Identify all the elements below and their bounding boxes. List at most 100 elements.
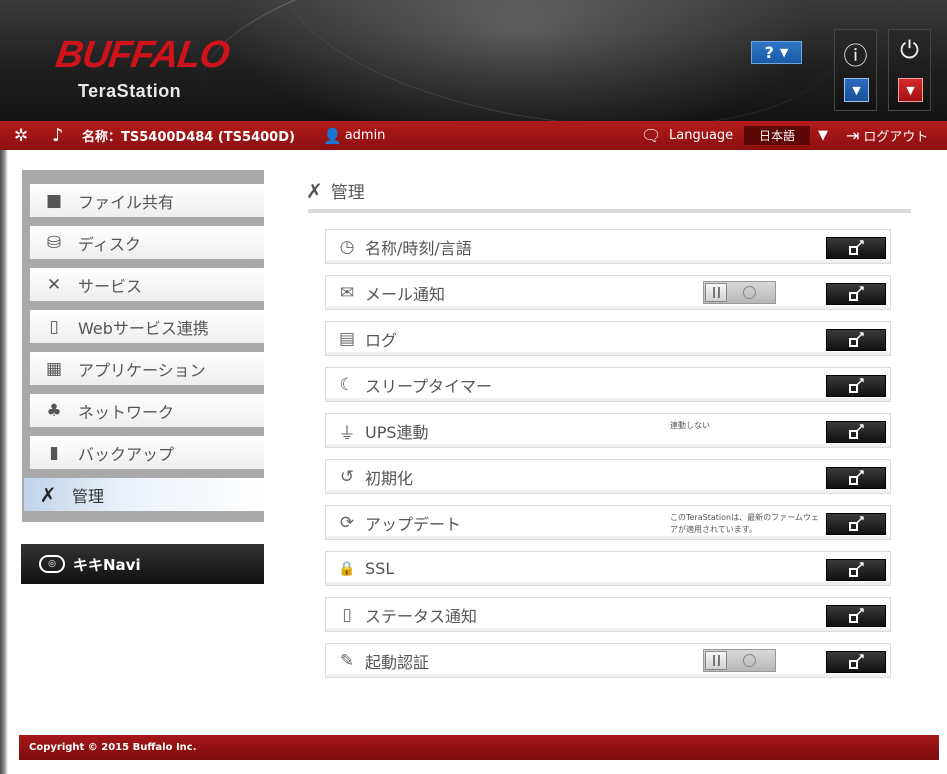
sleep-icon: ☾ (339, 375, 355, 395)
open-settings-button[interactable]: ↗ (826, 375, 886, 397)
mail-notification-toggle[interactable] (703, 281, 776, 304)
web-service-icon: ▯ (49, 316, 59, 337)
page-title: ✗ 管理 (306, 178, 365, 204)
lock-icon: 🔒 (338, 561, 356, 577)
product-name: TeraStation (78, 81, 182, 101)
open-settings-button[interactable]: ↗ (826, 651, 886, 673)
row-label: 初期化 (365, 468, 414, 488)
open-settings-button[interactable]: ↗ (826, 329, 886, 351)
clock-icon: ◷ (339, 237, 355, 257)
kiki-navi-button[interactable]: ◎ キキNavi (21, 544, 264, 584)
network-icon: ♣ (46, 400, 62, 421)
sidebar-item-label: 管理 (72, 486, 105, 506)
settings-row-ups: ⏚ UPS連動 連動しない ↗ (325, 413, 891, 448)
sidebar-item-application[interactable]: ▦ アプリケーション (30, 352, 264, 385)
reset-icon: ↺ (339, 467, 355, 487)
row-label: 名称/時刻/言語 (365, 238, 472, 258)
row-label: ステータス通知 (365, 606, 478, 626)
language-select[interactable]: 日本語 (744, 126, 810, 145)
folder-icon: ■ (45, 190, 63, 211)
external-link-icon: ↗ (849, 605, 865, 623)
row-status: 連動しない (670, 421, 710, 430)
backup-icon: ▮ (49, 442, 59, 463)
help-icon: ? (764, 43, 774, 62)
plug-icon: ⏚ (338, 423, 356, 444)
sidebar-item-label: ファイル共有 (78, 192, 175, 212)
row-label: SSL (365, 559, 395, 578)
header: BUFFALO TeraStation ? ▼ ⓘ ▼ ⏻ ▼ (0, 0, 947, 121)
sidebar-item-web-service[interactable]: ▯ Webサービス連携 (30, 310, 264, 343)
gear-icon[interactable]: ✲ (14, 121, 28, 150)
sidebar-item-label: Webサービス連携 (78, 318, 209, 338)
settings-row-sleep-timer: ☾ スリープタイマー ↗ (325, 367, 891, 402)
update-icon: ⟳ (339, 513, 355, 533)
external-link-icon: ↗ (849, 237, 865, 255)
settings-row-log: ▤ ログ ↗ (325, 321, 891, 356)
device-name: 名称：TS5400D484 (TS5400D) (82, 130, 295, 145)
info-tile[interactable]: ⓘ ▼ (834, 29, 877, 111)
kiki-navi-label: キキNavi (73, 555, 141, 574)
external-link-icon: ↗ (849, 513, 865, 531)
external-link-icon: ↗ (849, 283, 865, 301)
boot-auth-icon: ✎ (339, 651, 355, 671)
buffalo-logo: BUFFALO (53, 34, 232, 76)
sidebar: ■ ファイル共有 ⛁ ディスク ✕ サービス ▯ Webサービス連携 ▦ アプリ… (22, 170, 264, 522)
row-label: アップデート (365, 514, 462, 534)
row-label: UPS連動 (365, 422, 429, 442)
toggle-knob[interactable] (705, 651, 727, 670)
open-settings-button[interactable]: ↗ (826, 467, 886, 489)
sidebar-item-backup[interactable]: ▮ バックアップ (30, 436, 264, 469)
info-dropdown-button[interactable]: ▼ (844, 78, 869, 102)
power-dropdown-button[interactable]: ▼ (898, 78, 923, 102)
sidebar-item-disk[interactable]: ⛁ ディスク (30, 226, 264, 259)
sidebar-item-label: バックアップ (78, 444, 175, 464)
settings-row-mail-notification: ✉ メール通知 ↗ (325, 275, 891, 310)
settings-row-boot-authentication: ✎ 起動認証 ↗ (325, 643, 891, 678)
settings-row-initialize: ↺ 初期化 ↗ (325, 459, 891, 494)
external-link-icon: ↗ (849, 467, 865, 485)
copyright-text: Copyright © 2015 Buffalo Inc. (29, 742, 197, 753)
toggle-knob[interactable] (705, 283, 727, 302)
open-settings-button[interactable]: ↗ (826, 513, 886, 535)
open-settings-button[interactable]: ↗ (826, 237, 886, 259)
boot-authentication-toggle[interactable] (703, 649, 776, 672)
chevron-down-icon[interactable]: ▼ (818, 121, 828, 150)
row-label: ログ (365, 330, 398, 350)
settings-row-status-notification: ▯ ステータス通知 ↗ (325, 597, 891, 632)
logout-label: ログアウト (863, 130, 929, 145)
music-note-icon[interactable]: ♪ (52, 121, 64, 150)
page-title-text: 管理 (330, 183, 365, 203)
power-tile[interactable]: ⏻ ▼ (888, 29, 931, 111)
sidebar-item-management[interactable]: ✗ 管理 (24, 478, 264, 511)
sidebar-item-network[interactable]: ♣ ネットワーク (30, 394, 264, 427)
logout-icon: ⇥ (846, 126, 860, 145)
disk-icon: ⛁ (46, 232, 62, 253)
open-settings-button[interactable]: ↗ (826, 605, 886, 627)
toggle-off-indicator (743, 286, 756, 299)
row-status: このTeraStationは、最新のファームウェアが適用されています。 (670, 513, 819, 534)
external-link-icon: ↗ (849, 559, 865, 577)
language-icon: 🗨 (641, 126, 662, 145)
window-edge (0, 150, 8, 774)
sidebar-item-label: アプリケーション (78, 360, 206, 380)
cloud-icon: ◎ (39, 555, 65, 573)
external-link-icon: ↗ (849, 329, 865, 347)
open-settings-button[interactable]: ↗ (826, 421, 886, 443)
chevron-down-icon: ▼ (906, 83, 915, 97)
row-label: スリープタイマー (365, 376, 493, 396)
toggle-off-indicator (743, 654, 756, 667)
username: admin (344, 128, 386, 143)
sidebar-item-service[interactable]: ✕ サービス (30, 268, 264, 301)
settings-row-name-time-language: ◷ 名称/時刻/言語 ↗ (325, 229, 891, 264)
help-button[interactable]: ? ▼ (751, 41, 802, 64)
row-label: メール通知 (365, 284, 446, 304)
logout-button[interactable]: ⇥ ログアウト (846, 121, 928, 150)
status-notify-icon: ▯ (342, 605, 352, 625)
open-settings-button[interactable]: ↗ (826, 283, 886, 305)
footer: Copyright © 2015 Buffalo Inc. (19, 735, 939, 760)
sidebar-item-label: ディスク (78, 234, 141, 254)
user-icon: 👤 (323, 126, 342, 145)
row-label: 起動認証 (365, 652, 430, 672)
sidebar-item-file-share[interactable]: ■ ファイル共有 (30, 184, 264, 217)
open-settings-button[interactable]: ↗ (826, 559, 886, 581)
